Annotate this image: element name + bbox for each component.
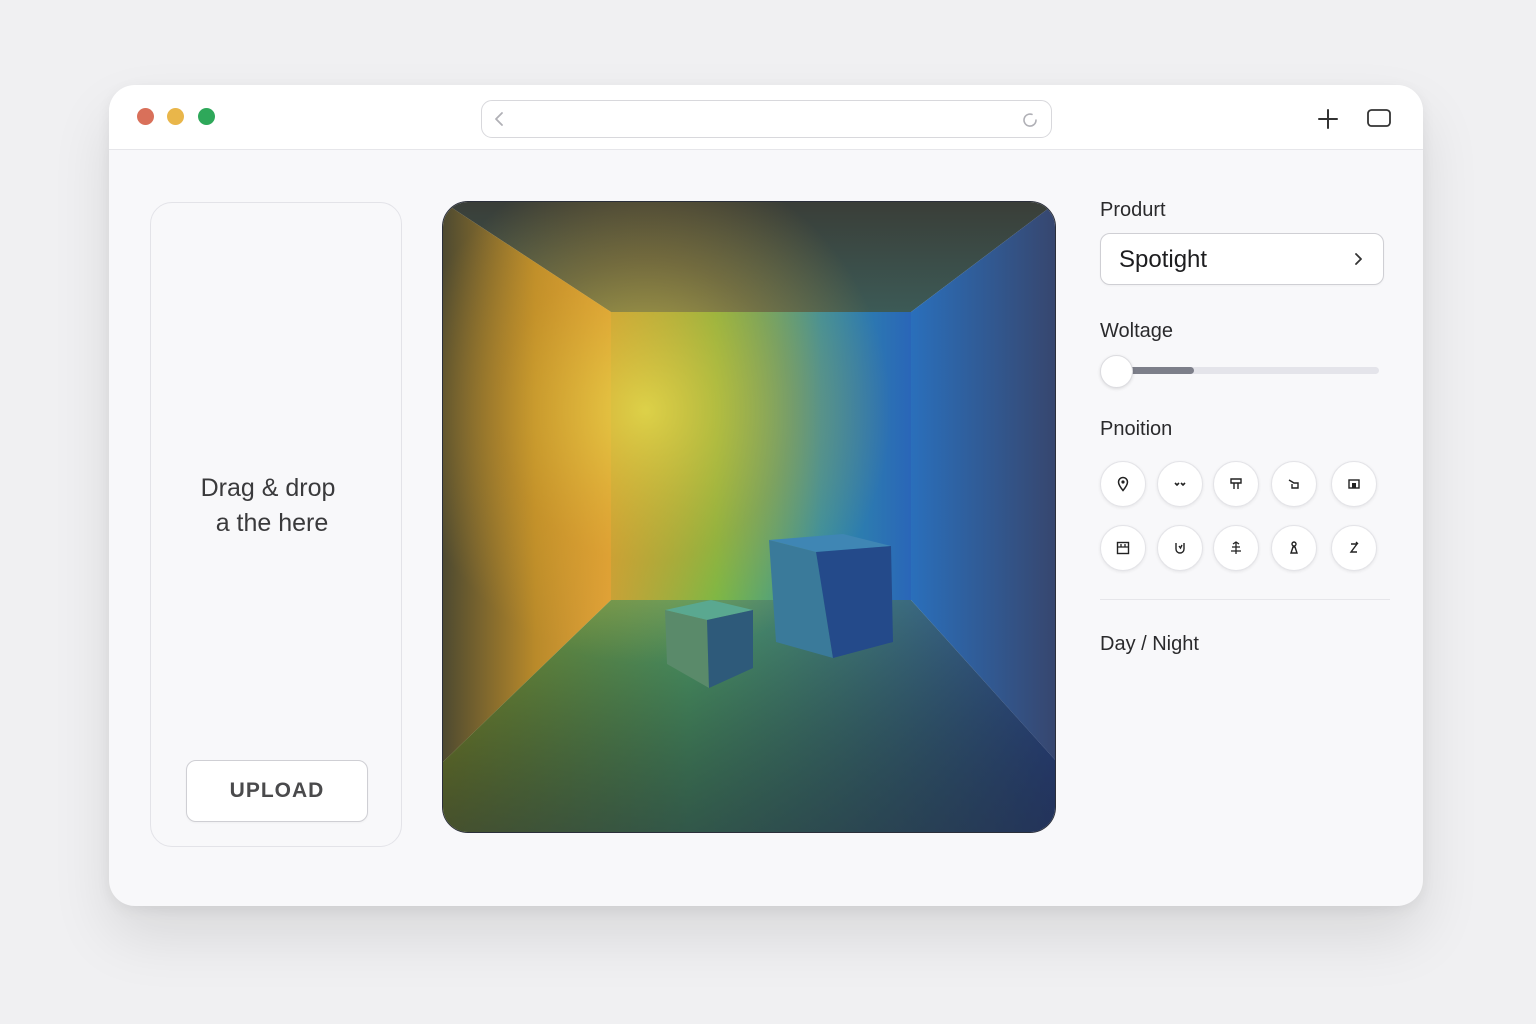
pin-icon[interactable] — [1100, 461, 1146, 507]
voltage-label: Woltage — [1100, 320, 1174, 342]
tree-icon[interactable] — [1213, 525, 1259, 571]
product-value: Spotight — [1119, 246, 1208, 273]
day-night-label[interactable]: Day / Night — [1100, 633, 1199, 656]
drop-zone-title: Drag & drop — [200, 474, 336, 502]
shield-icon[interactable] — [1157, 525, 1203, 571]
back-icon[interactable] — [490, 109, 510, 129]
tilt-icon[interactable] — [1271, 461, 1317, 507]
drop-zone-subtitle: a the here — [215, 509, 329, 537]
address-bar[interactable] — [481, 100, 1052, 138]
maximize-window-button[interactable] — [198, 108, 215, 125]
drop-zone[interactable]: Drag & drop a the here UPLOAD — [150, 202, 402, 847]
room-render-image — [443, 202, 1055, 832]
hook-icon[interactable] — [1331, 525, 1377, 571]
minimize-window-button[interactable] — [167, 108, 184, 125]
settings-panel: Produrt Spotight Woltage Pnoition Day / … — [1100, 85, 1400, 906]
box-icon[interactable] — [1331, 461, 1377, 507]
section-divider — [1100, 599, 1390, 600]
voltage-slider-track[interactable] — [1114, 367, 1379, 374]
product-select[interactable]: Spotight — [1100, 233, 1384, 285]
product-label: Produrt — [1100, 199, 1166, 221]
chevron-right-icon — [1351, 251, 1365, 267]
grid-icon[interactable] — [1100, 525, 1146, 571]
lamp-icon[interactable] — [1213, 461, 1259, 507]
app-window: Drag & drop a the here UPLOAD Produrt Sp… — [109, 85, 1423, 906]
scene-preview — [442, 201, 1056, 833]
voltage-slider-thumb[interactable] — [1100, 355, 1133, 388]
position-label: Pnoition — [1100, 418, 1173, 440]
double-dot-icon[interactable] — [1157, 461, 1203, 507]
close-window-button[interactable] — [137, 108, 154, 125]
figure-icon[interactable] — [1271, 525, 1317, 571]
reload-icon[interactable] — [1019, 109, 1041, 131]
upload-button[interactable]: UPLOAD — [186, 760, 368, 822]
